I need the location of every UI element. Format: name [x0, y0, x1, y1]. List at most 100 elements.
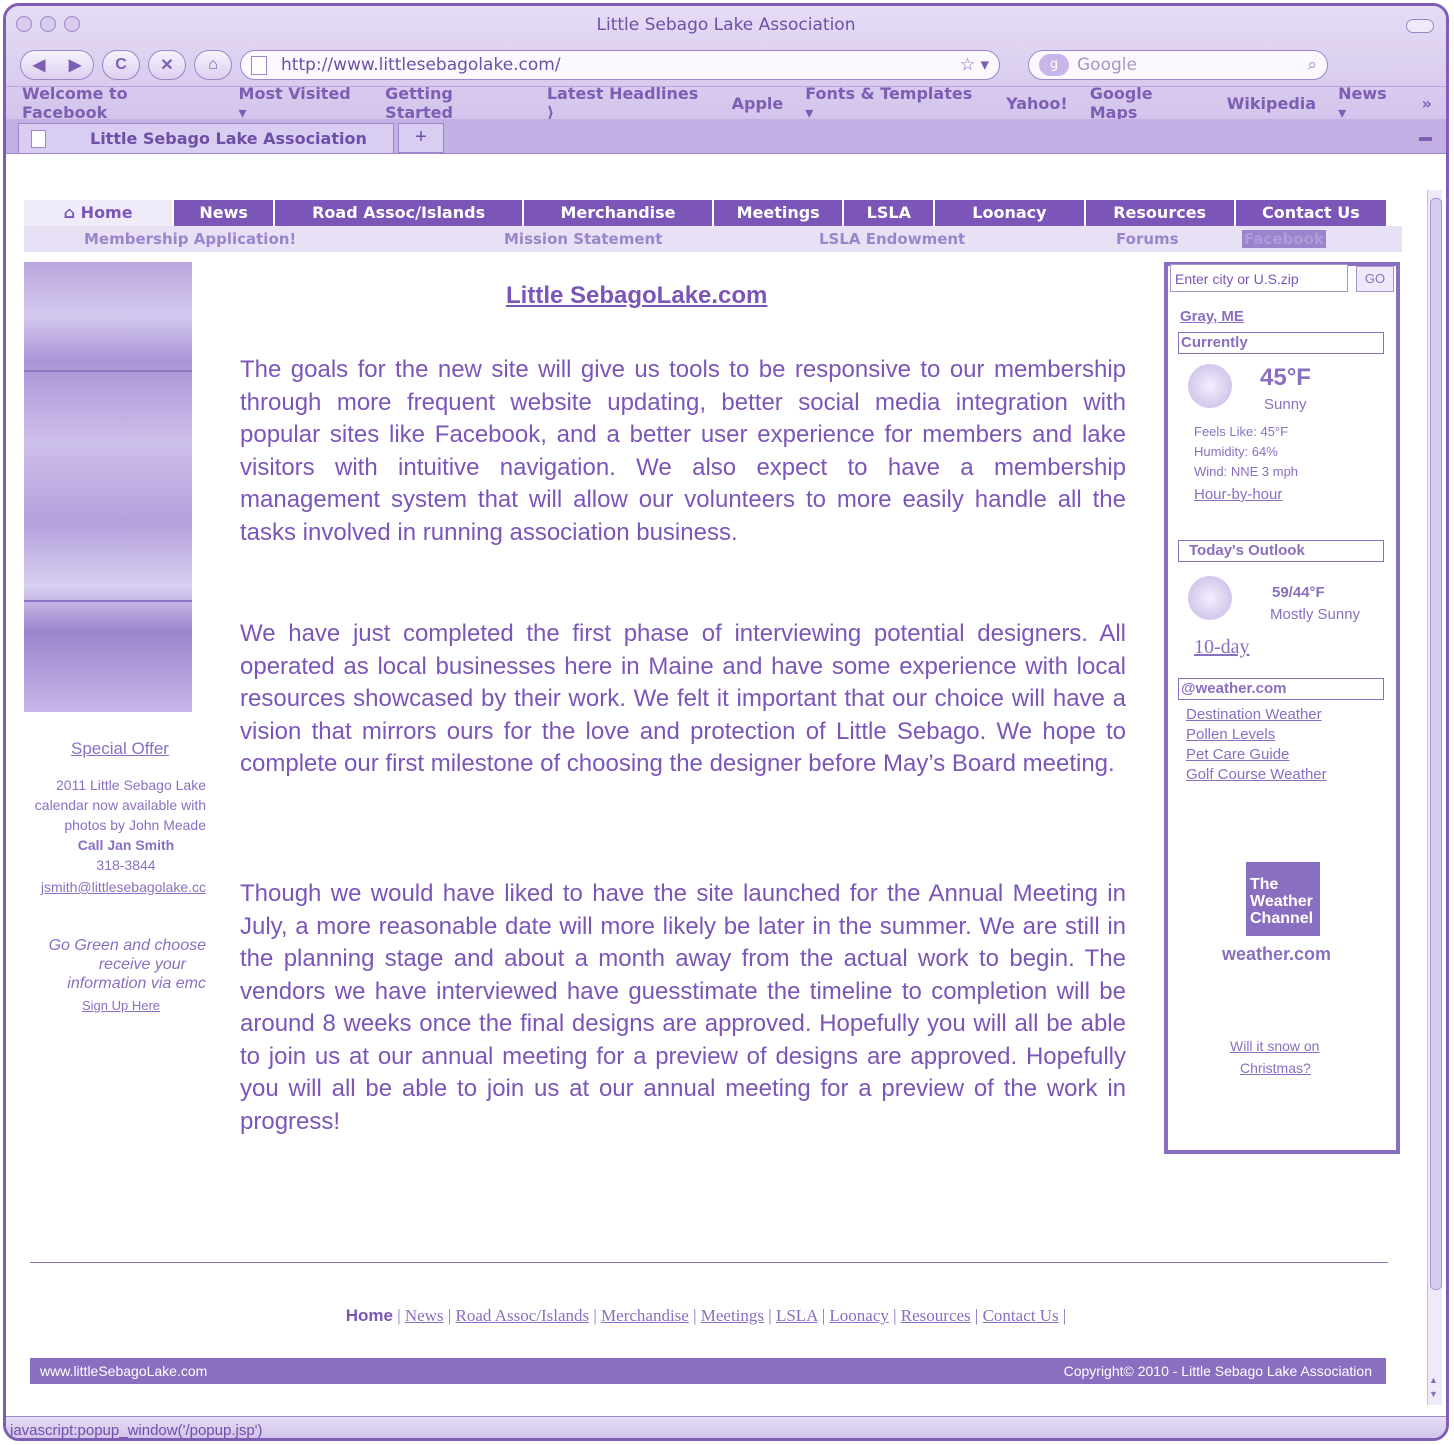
subnav-forums[interactable]: Forums: [1116, 230, 1179, 248]
forward-icon[interactable]: ▶: [69, 55, 81, 75]
back-forward-buttons[interactable]: ◀ ▶: [20, 50, 94, 80]
home-button[interactable]: ⌂: [194, 50, 232, 80]
search-icon[interactable]: ⌕: [1307, 55, 1317, 75]
vertical-scrollbar[interactable]: ▲ ▼: [1427, 190, 1442, 1405]
status-bar: javascript:popup_window('/popup.jsp'): [6, 1416, 1446, 1438]
footer-site: www.littleSebagoLake.com: [40, 1363, 208, 1379]
reload-button[interactable]: C: [102, 50, 140, 80]
bookmark-item[interactable]: Most Visited ▾: [239, 84, 364, 122]
hour-by-hour-link[interactable]: Hour-by-hour: [1194, 486, 1282, 503]
footer-link[interactable]: Meetings: [701, 1306, 764, 1325]
snow-christmas-link[interactable]: Christmas?: [1240, 1060, 1311, 1076]
footer-link[interactable]: Resources: [901, 1306, 971, 1325]
wind: Wind: NNE 3 mph: [1194, 464, 1299, 479]
scrollbar-thumb[interactable]: [1430, 198, 1442, 1290]
search-engine-icon[interactable]: g: [1039, 54, 1069, 76]
todays-outlook-header: Today's Outlook: [1178, 540, 1384, 562]
nav-news[interactable]: News: [172, 200, 273, 226]
window-title: Little Sebago Lake Association: [596, 15, 856, 35]
minimize-window-button[interactable]: [40, 16, 56, 32]
zoom-window-button[interactable]: [64, 16, 80, 32]
scroll-down-icon[interactable]: ▼: [1429, 1389, 1438, 1399]
weather-channel-logo[interactable]: The Weather Channel: [1246, 862, 1320, 936]
weather-link[interactable]: Golf Course Weather: [1186, 766, 1327, 783]
weather-link[interactable]: Pet Care Guide: [1186, 746, 1289, 763]
page-headline[interactable]: Little SebagoLake.com: [506, 282, 767, 310]
outlook-temp: 59/44°F: [1272, 584, 1325, 601]
weather-location-link[interactable]: Gray, ME: [1180, 308, 1244, 325]
bookmark-item[interactable]: Google Maps: [1090, 84, 1205, 122]
bookmark-star-icon[interactable]: ☆ ▾: [960, 55, 989, 75]
bookmarks-overflow-icon[interactable]: »: [1422, 94, 1432, 113]
ten-day-link[interactable]: 10-day: [1194, 636, 1250, 659]
nav-resources[interactable]: Resources: [1083, 200, 1234, 226]
bookmark-item[interactable]: Latest Headlines ⟩: [547, 84, 710, 122]
weather-link[interactable]: Pollen Levels: [1186, 726, 1275, 743]
subnav-mission[interactable]: Mission Statement: [504, 230, 662, 248]
sign-up-link[interactable]: Sign Up Here: [82, 998, 160, 1013]
mostly-sunny-icon: [1188, 576, 1232, 620]
tab-current[interactable]: Little Sebago Lake Association: [18, 123, 394, 153]
toolbar-toggle-button[interactable]: [1406, 19, 1434, 33]
footer-link[interactable]: Loonacy: [829, 1306, 888, 1325]
nav-home[interactable]: ⌂ Home: [24, 200, 173, 226]
calendar-line: photos by John Meade: [64, 817, 206, 833]
nav-home-label: Home: [80, 203, 133, 222]
bookmark-item[interactable]: News ▾: [1338, 84, 1400, 122]
calendar-line: 2011 Little Sebago Lake: [56, 777, 206, 793]
footer-link[interactable]: LSLA: [776, 1306, 818, 1325]
calendar-line: calendar now available with: [34, 797, 206, 813]
address-bar[interactable]: http://www.littlesebagolake.com/ ☆ ▾: [240, 50, 1000, 80]
nav-lsla[interactable]: LSLA: [842, 200, 933, 226]
title-bar: Little Sebago Lake Association: [6, 6, 1446, 44]
search-input[interactable]: Google: [1077, 55, 1307, 75]
nav-loonacy[interactable]: Loonacy: [933, 200, 1083, 226]
bookmark-item[interactable]: Welcome to Facebook: [22, 84, 217, 122]
nav-contact-us[interactable]: Contact Us: [1233, 200, 1386, 226]
nav-road-assoc[interactable]: Road Assoc/Islands: [273, 200, 522, 226]
body-paragraph: Though we would have liked to have the s…: [240, 880, 1126, 1135]
body-paragraph: The goals for the new site will give us …: [240, 356, 1126, 546]
page-content: ⌂ Home News Road Assoc/Islands Merchandi…: [6, 186, 1426, 1406]
tab-list-icon[interactable]: ▬: [1419, 129, 1432, 144]
subnav-membership[interactable]: Membership Application!: [84, 230, 296, 248]
bookmark-item[interactable]: Yahoo!: [1006, 94, 1068, 113]
reload-icon: C: [115, 56, 127, 73]
new-tab-button[interactable]: +: [398, 123, 444, 153]
stop-button[interactable]: ✕: [148, 50, 186, 80]
back-icon[interactable]: ◀: [33, 55, 45, 75]
footer-link[interactable]: Road Assoc/Islands: [455, 1306, 589, 1325]
browser-chrome: Little Sebago Lake Association ◀ ▶ C ✕ ⌂…: [6, 6, 1446, 154]
search-box[interactable]: g Google ⌕: [1028, 50, 1328, 80]
footer-link[interactable]: News: [405, 1306, 444, 1325]
weathercom-logo-text[interactable]: weather.com: [1222, 944, 1331, 965]
footer-home-link[interactable]: Home: [346, 1306, 393, 1325]
url-text[interactable]: http://www.littlesebagolake.com/: [281, 55, 960, 75]
snow-christmas-link[interactable]: Will it snow on: [1230, 1038, 1319, 1054]
home-nav-icon: ⌂: [63, 203, 81, 222]
close-window-button[interactable]: [16, 16, 32, 32]
subnav-endowment[interactable]: LSLA Endowment: [819, 230, 965, 248]
nav-merchandise[interactable]: Merchandise: [522, 200, 712, 226]
footer-link[interactable]: Merchandise: [601, 1306, 689, 1325]
bookmark-item[interactable]: Fonts & Templates ▾: [805, 84, 984, 122]
bookmark-item[interactable]: Getting Started: [385, 84, 525, 122]
contact-email-link[interactable]: jsmith@littlesebagolake.cc: [6, 878, 206, 897]
footer-divider: [30, 1262, 1388, 1263]
go-green-line: information via emc: [67, 975, 206, 992]
footer-link[interactable]: Contact Us: [983, 1306, 1059, 1325]
special-offer-link[interactable]: Special Offer: [71, 739, 169, 759]
weather-link[interactable]: Destination Weather: [1186, 706, 1322, 723]
nav-meetings[interactable]: Meetings: [711, 200, 842, 226]
weather-zip-input[interactable]: Enter city or U.S.zip: [1170, 264, 1348, 292]
subnav-facebook[interactable]: Facebook: [1242, 230, 1326, 248]
bookmark-item[interactable]: Wikipedia: [1227, 94, 1316, 113]
browser-window: Little Sebago Lake Association ◀ ▶ C ✕ ⌂…: [3, 3, 1449, 1441]
scroll-up-icon[interactable]: ▲: [1429, 1375, 1438, 1385]
bookmark-item[interactable]: Apple: [732, 94, 784, 113]
photo-divider: [24, 370, 192, 372]
page-icon: [251, 55, 267, 75]
current-temp: 45°F: [1260, 364, 1311, 391]
main-nav: ⌂ Home News Road Assoc/Islands Merchandi…: [24, 200, 1386, 226]
weather-go-button[interactable]: GO: [1356, 266, 1394, 292]
